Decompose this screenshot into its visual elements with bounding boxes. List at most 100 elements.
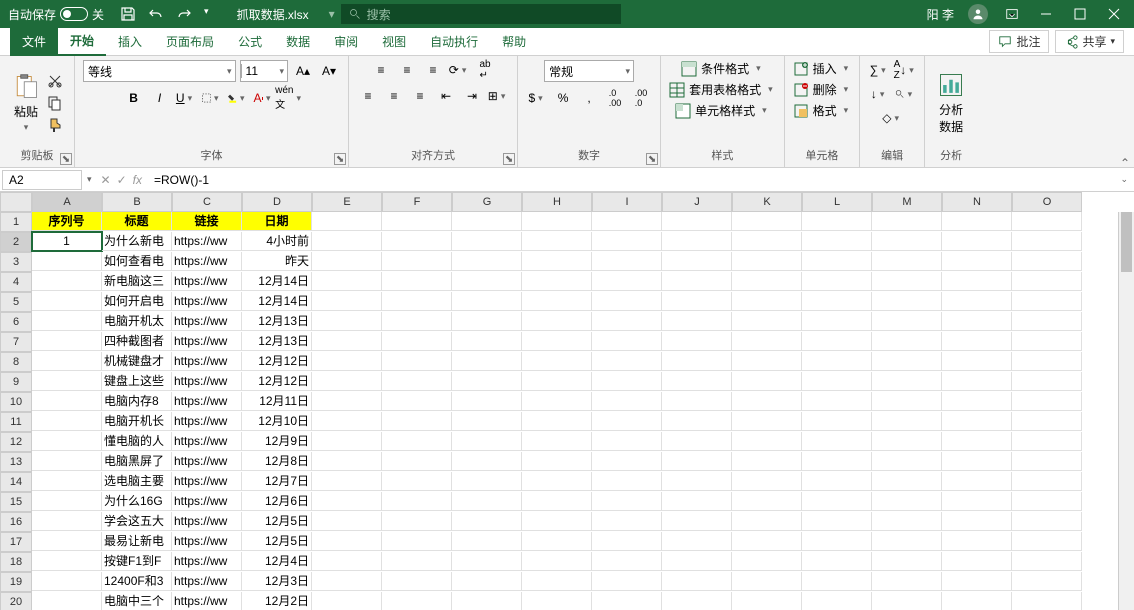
- cell[interactable]: [732, 372, 802, 391]
- cell[interactable]: [662, 292, 732, 311]
- cell[interactable]: [382, 552, 452, 571]
- select-all-corner[interactable]: [0, 192, 32, 212]
- cell[interactable]: [382, 512, 452, 531]
- cell[interactable]: [592, 412, 662, 431]
- cell[interactable]: [732, 272, 802, 291]
- cell[interactable]: [592, 472, 662, 491]
- cell[interactable]: [802, 212, 872, 231]
- row-header[interactable]: 15: [0, 492, 32, 512]
- format-button[interactable]: 格式▾: [793, 102, 852, 119]
- cell[interactable]: [522, 432, 592, 451]
- row-header[interactable]: 6: [0, 312, 32, 332]
- cell[interactable]: [802, 252, 872, 271]
- font-name-dropdown[interactable]: 等线▾: [83, 60, 236, 82]
- row-header[interactable]: 18: [0, 552, 32, 572]
- cell[interactable]: [452, 592, 522, 610]
- cell[interactable]: [592, 312, 662, 331]
- cell[interactable]: 学会这五大: [102, 512, 172, 531]
- align-bottom-icon[interactable]: ≡: [422, 60, 444, 80]
- cell[interactable]: [382, 412, 452, 431]
- col-header[interactable]: N: [942, 192, 1012, 212]
- font-color-icon[interactable]: A▾: [253, 88, 275, 108]
- cell[interactable]: [312, 592, 382, 610]
- cell[interactable]: [942, 292, 1012, 311]
- cell[interactable]: [522, 212, 592, 231]
- cell[interactable]: https://ww: [172, 312, 242, 331]
- cell[interactable]: [872, 472, 942, 491]
- cell[interactable]: https://ww: [172, 512, 242, 531]
- cell[interactable]: [592, 492, 662, 511]
- cell[interactable]: [802, 532, 872, 551]
- row-header[interactable]: 10: [0, 392, 32, 412]
- cell[interactable]: [872, 292, 942, 311]
- cell[interactable]: [382, 572, 452, 591]
- cell[interactable]: [452, 272, 522, 291]
- cell[interactable]: [872, 412, 942, 431]
- paste-button[interactable]: 粘贴 ▾: [8, 71, 44, 135]
- cell[interactable]: 12月12日: [242, 352, 312, 371]
- row-header[interactable]: 2: [0, 232, 32, 252]
- cell[interactable]: [802, 352, 872, 371]
- cell[interactable]: https://ww: [172, 332, 242, 351]
- row-header[interactable]: 3: [0, 252, 32, 272]
- cell[interactable]: [802, 412, 872, 431]
- scrollbar-thumb[interactable]: [1121, 212, 1132, 272]
- cell[interactable]: [382, 232, 452, 251]
- cell[interactable]: [872, 432, 942, 451]
- cell[interactable]: [1012, 552, 1082, 571]
- cell[interactable]: [662, 252, 732, 271]
- cell[interactable]: [802, 272, 872, 291]
- cell[interactable]: [802, 492, 872, 511]
- cell[interactable]: 12月10日: [242, 412, 312, 431]
- cell[interactable]: https://ww: [172, 572, 242, 591]
- cancel-formula-icon[interactable]: ✕: [101, 173, 111, 187]
- col-header[interactable]: M: [872, 192, 942, 212]
- cell[interactable]: [592, 432, 662, 451]
- dialog-launcher-icon[interactable]: ⬊: [60, 153, 72, 165]
- cell[interactable]: [872, 232, 942, 251]
- cell[interactable]: [1012, 532, 1082, 551]
- accept-formula-icon[interactable]: ✓: [117, 173, 127, 187]
- align-right-icon[interactable]: ≡: [409, 86, 431, 106]
- cell[interactable]: [32, 432, 102, 451]
- cell[interactable]: 电脑开机长: [102, 412, 172, 431]
- cell[interactable]: [312, 552, 382, 571]
- row-header[interactable]: 4: [0, 272, 32, 292]
- cell[interactable]: [312, 372, 382, 391]
- cell[interactable]: [802, 232, 872, 251]
- cell[interactable]: [312, 312, 382, 331]
- increase-indent-icon[interactable]: ⇥: [461, 86, 483, 106]
- cell[interactable]: [452, 212, 522, 231]
- cell[interactable]: [452, 452, 522, 471]
- cell[interactable]: [732, 552, 802, 571]
- cell[interactable]: [872, 272, 942, 291]
- cell[interactable]: [312, 252, 382, 271]
- cell[interactable]: [522, 452, 592, 471]
- cell[interactable]: [592, 392, 662, 411]
- cell[interactable]: [522, 492, 592, 511]
- cell[interactable]: [942, 452, 1012, 471]
- cell[interactable]: [872, 572, 942, 591]
- comma-icon[interactable]: ,: [578, 88, 600, 108]
- cell[interactable]: 12月8日: [242, 452, 312, 471]
- cell[interactable]: [662, 212, 732, 231]
- cell[interactable]: https://ww: [172, 432, 242, 451]
- row-header[interactable]: 20: [0, 592, 32, 610]
- cell[interactable]: [312, 272, 382, 291]
- cell[interactable]: [942, 252, 1012, 271]
- cell[interactable]: [802, 332, 872, 351]
- cell[interactable]: https://ww: [172, 532, 242, 551]
- cell[interactable]: [452, 392, 522, 411]
- insert-button[interactable]: 插入▾: [793, 60, 852, 77]
- namebox-dropdown-icon[interactable]: ▾: [84, 174, 95, 185]
- row-header[interactable]: 14: [0, 472, 32, 492]
- sort-icon[interactable]: AZ↓▾: [894, 60, 916, 80]
- cell[interactable]: [382, 252, 452, 271]
- cell[interactable]: [662, 472, 732, 491]
- cell[interactable]: 新电脑这三: [102, 272, 172, 291]
- cell[interactable]: [942, 572, 1012, 591]
- cell[interactable]: [802, 452, 872, 471]
- cell[interactable]: 如何开启电: [102, 292, 172, 311]
- cell[interactable]: [522, 372, 592, 391]
- cut-icon[interactable]: [44, 71, 66, 91]
